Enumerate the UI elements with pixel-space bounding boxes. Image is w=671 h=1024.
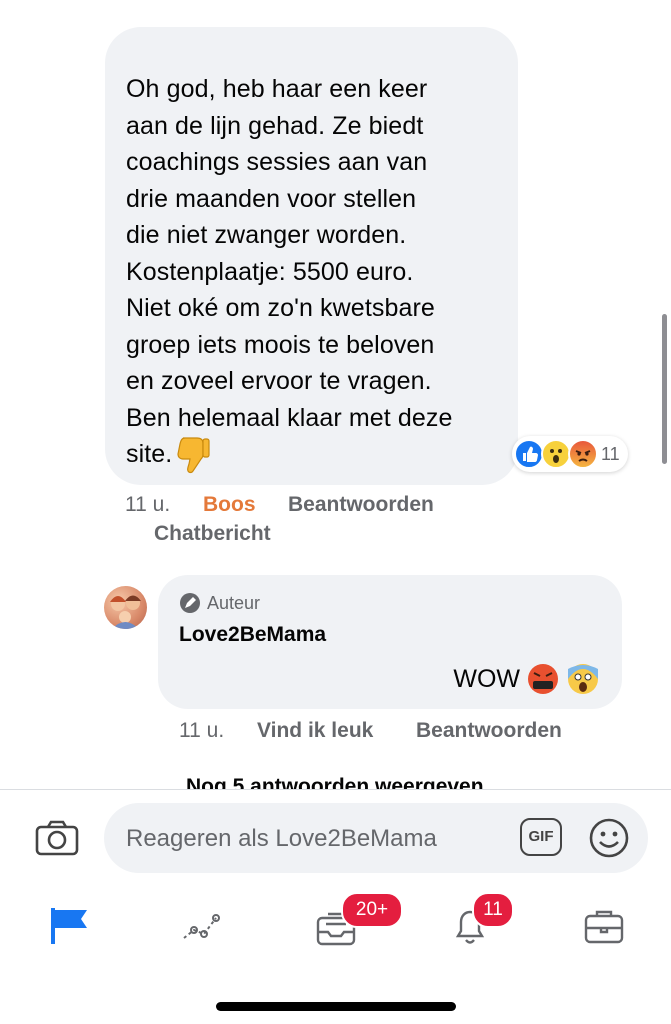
like-link[interactable]: Vind ik leuk xyxy=(257,719,373,743)
like-icon xyxy=(514,439,544,469)
cursing-face-emoji xyxy=(528,664,558,694)
gif-icon[interactable]: GIF xyxy=(520,818,562,856)
reply-text-line: WOW xyxy=(453,662,600,696)
author-badge-label: Auteur xyxy=(207,593,261,613)
angry-icon xyxy=(568,439,598,469)
comment-bubble[interactable]: Oh god, heb haar een keer aan de lijn ge… xyxy=(105,27,518,485)
comment-input[interactable]: Reageren als Love2BeMama GIF xyxy=(104,803,648,873)
notifications-badge: 11 xyxy=(472,892,514,928)
reaction-summary[interactable]: 11 xyxy=(512,436,628,472)
reply-bubble[interactable]: Auteur Love2BeMama WOW xyxy=(158,575,622,709)
insights-icon[interactable] xyxy=(180,904,230,954)
reaction-boos-link[interactable]: Boos xyxy=(203,493,256,517)
comment-time: 11 u. xyxy=(125,493,171,516)
pen-icon xyxy=(180,593,200,613)
screaming-face-emoji xyxy=(568,664,598,694)
reply-link[interactable]: Beantwoorden xyxy=(288,493,434,517)
reaction-count: 11 xyxy=(601,444,620,464)
home-indicator[interactable] xyxy=(216,1002,456,1011)
comment-input-placeholder: Reageren als Love2BeMama xyxy=(126,825,437,852)
comment-composer: Reageren als Love2BeMama GIF xyxy=(0,789,671,887)
thumbs-down-emoji xyxy=(177,436,211,479)
author-badge: Auteur xyxy=(179,592,260,614)
comment-text: Oh god, heb haar een keer aan de lijn ge… xyxy=(126,75,453,468)
tools-icon[interactable] xyxy=(582,904,632,954)
inbox-badge: 20+ xyxy=(341,892,403,928)
reply-time: 11 u. xyxy=(179,719,225,742)
reply-text: WOW xyxy=(453,664,520,693)
author-name[interactable]: Love2BeMama xyxy=(179,623,326,647)
wow-icon xyxy=(541,439,571,469)
groups-flag-icon[interactable] xyxy=(46,904,96,954)
scrollbar[interactable] xyxy=(662,314,667,464)
camera-icon[interactable] xyxy=(35,820,79,861)
chat-link[interactable]: Chatbericht xyxy=(154,522,271,546)
reply-reply-link[interactable]: Beantwoorden xyxy=(416,719,562,743)
smiley-icon[interactable] xyxy=(588,817,630,864)
avatar[interactable] xyxy=(104,586,147,629)
